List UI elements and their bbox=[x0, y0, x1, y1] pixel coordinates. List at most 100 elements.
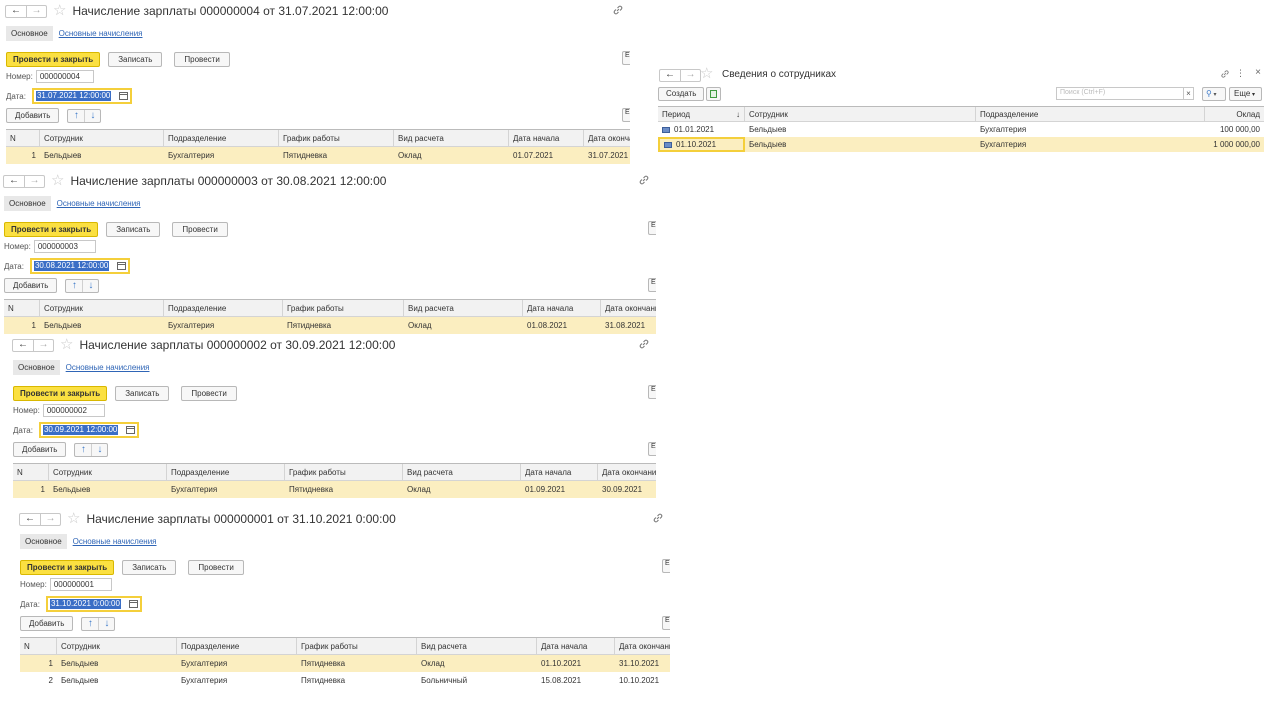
favorite-star-icon[interactable]: ☆ bbox=[53, 3, 66, 18]
panel-favorite-star-icon[interactable]: ☆ bbox=[700, 66, 713, 81]
col-header[interactable]: Подразделение bbox=[177, 638, 297, 654]
calendar-icon[interactable] bbox=[128, 600, 138, 608]
panel-back-button[interactable]: ← bbox=[660, 70, 680, 81]
save-button[interactable]: Записать bbox=[108, 51, 163, 67]
panel-close-icon[interactable]: × bbox=[1255, 67, 1261, 78]
add-row-button[interactable]: Добавить bbox=[4, 278, 58, 293]
back-button[interactable]: ← bbox=[4, 175, 24, 187]
col-header[interactable]: Дата окончания bbox=[615, 638, 670, 654]
number-field[interactable]: 000000002 bbox=[42, 404, 105, 417]
col-header[interactable]: Дата начала bbox=[537, 638, 615, 654]
save-button[interactable]: Записать bbox=[122, 559, 177, 575]
panel-more-vert-icon[interactable]: ⋮ bbox=[1236, 68, 1245, 79]
move-up-icon[interactable]: ↑ bbox=[82, 618, 98, 630]
move-down-icon[interactable]: ↓ bbox=[84, 109, 100, 122]
tab-basic-accruals[interactable]: Основные начисления bbox=[59, 29, 143, 38]
col-header[interactable]: Сотрудник bbox=[40, 300, 164, 316]
col-header[interactable]: График работы bbox=[297, 638, 417, 654]
table-row[interactable]: 1 Бельдыев Бухгалтерия Пятидневка Оклад 01.09… bbox=[13, 481, 656, 498]
col-header[interactable]: Подразделение bbox=[164, 130, 279, 146]
col-header[interactable]: N bbox=[13, 464, 49, 480]
post-button[interactable]: Провести bbox=[181, 385, 237, 401]
calendar-icon[interactable] bbox=[119, 92, 129, 100]
col-header[interactable]: Вид расчета bbox=[404, 300, 523, 316]
post-and-close-button[interactable]: Провести и закрыть bbox=[6, 51, 101, 67]
back-button[interactable]: ← bbox=[6, 5, 26, 17]
table-more-button[interactable]: Е bbox=[662, 616, 670, 630]
link-icon[interactable] bbox=[652, 512, 664, 524]
copy-button[interactable] bbox=[706, 87, 721, 101]
date-field[interactable]: 31.07.2021 12:00:00 bbox=[31, 88, 133, 104]
move-down-icon[interactable]: ↓ bbox=[98, 617, 114, 630]
panel-link-icon[interactable] bbox=[1220, 69, 1230, 79]
col-header[interactable]: Вид расчета bbox=[394, 130, 509, 146]
col-header[interactable]: Дата начала bbox=[521, 464, 598, 480]
number-field[interactable]: 000000003 bbox=[33, 240, 96, 253]
search-button[interactable]: ⚲ ▾ bbox=[1202, 87, 1226, 101]
save-button[interactable]: Записать bbox=[106, 221, 161, 237]
number-field[interactable]: 000000001 bbox=[49, 578, 112, 591]
forward-button[interactable]: → bbox=[24, 175, 44, 187]
table-row[interactable]: 01.01.2021 Бельдыев Бухгалтерия 100 000,… bbox=[658, 122, 1264, 137]
col-header-employee[interactable]: Сотрудник bbox=[745, 107, 976, 121]
table-row[interactable]: 2 Бельдыев Бухгалтерия Пятидневка Больничный… bbox=[20, 672, 670, 689]
panel-forward-button[interactable]: → bbox=[680, 70, 700, 81]
col-header[interactable]: График работы bbox=[283, 300, 404, 316]
more-actions-button[interactable]: Е bbox=[648, 221, 656, 235]
favorite-star-icon[interactable]: ☆ bbox=[51, 173, 64, 188]
post-and-close-button[interactable]: Провести и закрыть bbox=[13, 385, 108, 401]
link-icon[interactable] bbox=[638, 174, 650, 186]
post-and-close-button[interactable]: Провести и закрыть bbox=[4, 221, 99, 237]
move-up-icon[interactable]: ↑ bbox=[75, 444, 91, 456]
col-header[interactable]: График работы bbox=[279, 130, 394, 146]
col-header-salary[interactable]: Оклад bbox=[1205, 107, 1264, 121]
col-header[interactable]: Сотрудник bbox=[49, 464, 167, 480]
back-button[interactable]: ← bbox=[13, 339, 33, 351]
post-button[interactable]: Провести bbox=[188, 559, 244, 575]
tab-main[interactable]: Основное bbox=[4, 195, 51, 211]
tab-basic-accruals[interactable]: Основные начисления bbox=[73, 537, 157, 546]
date-field[interactable]: 31.10.2021 0:00:00 bbox=[45, 596, 142, 612]
tab-basic-accruals[interactable]: Основные начисления bbox=[66, 363, 150, 372]
col-header[interactable]: График работы bbox=[285, 464, 403, 480]
table-more-button[interactable]: Е bbox=[648, 442, 656, 456]
back-button[interactable]: ← bbox=[20, 513, 40, 525]
calendar-icon[interactable] bbox=[117, 262, 127, 270]
move-down-icon[interactable]: ↓ bbox=[91, 443, 107, 456]
search-input[interactable]: Поиск (Ctrl+F) × bbox=[1056, 87, 1194, 100]
more-actions-button[interactable]: Е bbox=[622, 51, 630, 65]
col-header[interactable]: N bbox=[20, 638, 57, 654]
calendar-icon[interactable] bbox=[126, 426, 136, 434]
number-field[interactable]: 000000004 bbox=[35, 70, 94, 83]
forward-button[interactable]: → bbox=[40, 513, 60, 525]
save-button[interactable]: Записать bbox=[115, 385, 170, 401]
post-and-close-button[interactable]: Провести и закрыть bbox=[20, 559, 115, 575]
tab-main[interactable]: Основное bbox=[13, 359, 60, 375]
favorite-star-icon[interactable]: ☆ bbox=[60, 337, 73, 352]
date-field[interactable]: 30.08.2021 12:00:00 bbox=[29, 258, 131, 274]
table-row[interactable]: 01.10.2021 Бельдыев Бухгалтерия 1 000 00… bbox=[658, 137, 1264, 152]
create-button[interactable]: Создать bbox=[658, 87, 705, 101]
table-row[interactable]: 1 Бельдыев Бухгалтерия Пятидневка Оклад 01.07… bbox=[6, 147, 630, 164]
table-more-button[interactable]: Е bbox=[648, 278, 656, 292]
add-row-button[interactable]: Добавить bbox=[13, 442, 67, 457]
move-up-icon[interactable]: ↑ bbox=[66, 280, 82, 292]
favorite-star-icon[interactable]: ☆ bbox=[67, 511, 80, 526]
col-header[interactable]: Дата начала bbox=[523, 300, 601, 316]
forward-button[interactable]: → bbox=[26, 5, 46, 17]
more-actions-button[interactable]: Е bbox=[662, 559, 670, 573]
col-header[interactable]: Подразделение bbox=[164, 300, 283, 316]
post-button[interactable]: Провести bbox=[172, 221, 228, 237]
col-header[interactable]: Сотрудник bbox=[57, 638, 177, 654]
add-row-button[interactable]: Добавить bbox=[6, 108, 60, 123]
col-header-department[interactable]: Подразделение bbox=[976, 107, 1205, 121]
col-header-period[interactable]: Период ↓ bbox=[658, 107, 745, 121]
move-down-icon[interactable]: ↓ bbox=[82, 279, 98, 292]
date-field[interactable]: 30.09.2021 12:00:00 bbox=[38, 422, 140, 438]
link-icon[interactable] bbox=[612, 4, 624, 16]
col-header[interactable]: N bbox=[4, 300, 40, 316]
link-icon[interactable] bbox=[638, 338, 650, 350]
table-row[interactable]: 1 Бельдыев Бухгалтерия Пятидневка Оклад 01.08… bbox=[4, 317, 656, 334]
col-header[interactable]: Вид расчета bbox=[403, 464, 521, 480]
col-header[interactable]: Дата начала bbox=[509, 130, 584, 146]
